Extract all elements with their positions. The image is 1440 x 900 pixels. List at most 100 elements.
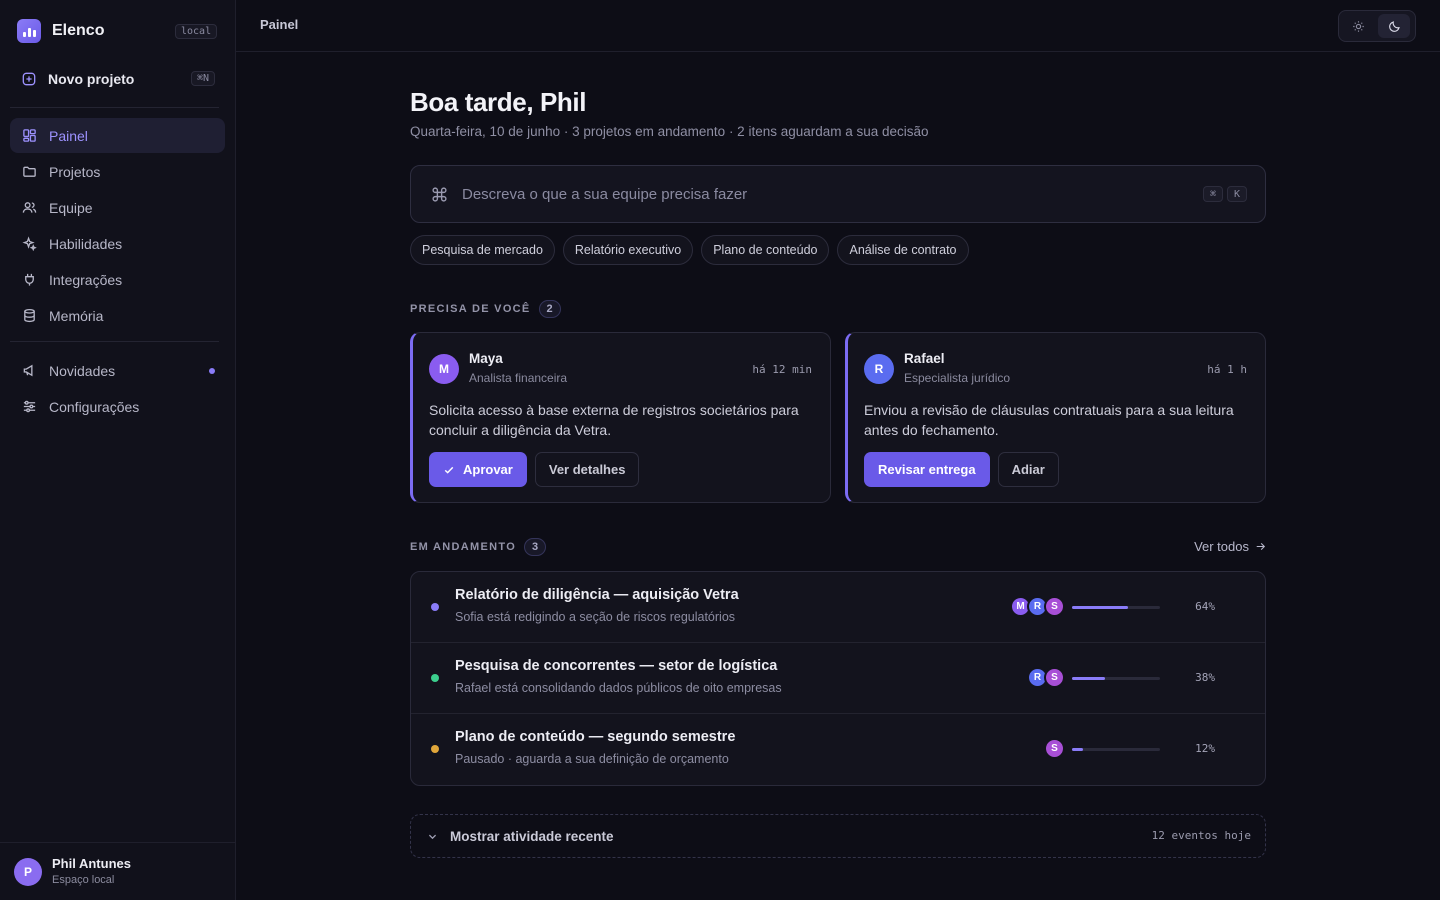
project-row[interactable]: Pesquisa de concorrentes — setor de logí… bbox=[411, 643, 1265, 714]
agent-name: Rafael bbox=[904, 351, 945, 366]
breadcrumb: Painel bbox=[260, 17, 299, 32]
suggestion-chip[interactable]: Plano de conteúdo bbox=[701, 235, 830, 265]
sidebar-item-label: Novidades bbox=[49, 362, 116, 379]
sidebar-divider bbox=[10, 341, 219, 342]
suggestion-chips: Pesquisa de mercado Relatório executivo … bbox=[410, 235, 969, 265]
sidebar-item-label: Configurações bbox=[49, 398, 140, 415]
project-title: Pesquisa de concorrentes — setor de logí… bbox=[455, 658, 778, 674]
timestamp: há 12 min bbox=[752, 363, 812, 376]
new-project-button[interactable]: Novo projeto ⌘N bbox=[10, 61, 225, 97]
sidebar-item-configuracoes[interactable]: Configurações bbox=[10, 389, 225, 424]
shortcut-key: ⌘ bbox=[1203, 186, 1223, 202]
details-button[interactable]: Ver detalhes bbox=[534, 452, 640, 487]
assignee-avatars: M R S bbox=[1010, 596, 1065, 617]
agent-name: Maya bbox=[469, 351, 503, 366]
project-list: Relatório de diligência — aquisição Vetr… bbox=[410, 571, 1266, 786]
section-title: EM ANDAMENTO bbox=[410, 541, 517, 553]
avatar: S bbox=[1044, 738, 1065, 759]
progress-percent: 38% bbox=[1195, 671, 1215, 684]
show-recent-activity-button[interactable]: Mostrar atividade recente 12 eventos hoj… bbox=[410, 814, 1266, 858]
command-icon bbox=[432, 186, 447, 202]
database-icon bbox=[24, 308, 35, 323]
arrow-right-icon bbox=[1256, 543, 1266, 550]
light-theme-button[interactable] bbox=[1342, 14, 1374, 38]
sidebar-divider bbox=[10, 107, 219, 108]
progress-fill bbox=[1072, 748, 1083, 751]
project-title: Plano de conteúdo — segundo semestre bbox=[455, 729, 736, 745]
review-delivery-button[interactable]: Revisar entrega bbox=[864, 452, 990, 487]
sidebar-item-label: Projetos bbox=[49, 163, 101, 180]
progress-fill bbox=[1072, 677, 1106, 680]
status-dot bbox=[431, 674, 439, 682]
topbar: Painel bbox=[236, 0, 1440, 52]
avatar: M bbox=[429, 354, 459, 384]
request-message: Solicita acesso à base externa de regist… bbox=[429, 402, 799, 438]
sidebar: Elenco local Novo projeto ⌘N Painel Proj… bbox=[0, 0, 236, 900]
avatar: R bbox=[864, 354, 894, 384]
app-name: Elenco bbox=[52, 22, 105, 39]
event-count: 12 eventos hoje bbox=[1151, 829, 1251, 842]
project-row[interactable]: Relatório de diligência — aquisição Vetr… bbox=[411, 572, 1265, 643]
avatar: P bbox=[14, 858, 42, 886]
new-project-shortcut: ⌘N bbox=[190, 71, 215, 86]
suggestion-chip[interactable]: Relatório executivo bbox=[562, 235, 694, 265]
sidebar-item-label: Equipe bbox=[49, 199, 93, 216]
avatar: S bbox=[1044, 667, 1065, 688]
progress-bar bbox=[1072, 748, 1160, 751]
sidebar-item-label: Habilidades bbox=[49, 235, 123, 252]
review-card: R Rafael Especialista jurídico há 1 h En… bbox=[845, 332, 1266, 503]
task-prompt-input[interactable] bbox=[462, 185, 1162, 203]
sun-icon bbox=[1352, 20, 1364, 32]
progress-bar bbox=[1072, 677, 1160, 680]
folder-icon bbox=[23, 166, 36, 177]
timestamp: há 1 h bbox=[1207, 363, 1247, 376]
brand[interactable]: Elenco bbox=[17, 19, 104, 43]
sidebar-item-memoria[interactable]: Memória bbox=[10, 298, 225, 333]
sidebar-item-novidades[interactable]: Novidades bbox=[10, 353, 225, 388]
page-subtitle: Quarta-feira, 10 de junho · 3 projetos e… bbox=[410, 124, 929, 139]
in-progress-heading: EM ANDAMENTO 3 bbox=[410, 538, 547, 556]
sidebar-item-equipe[interactable]: Equipe bbox=[10, 190, 225, 225]
assignee-avatars: R S bbox=[1027, 667, 1065, 688]
sparkles-icon bbox=[22, 236, 37, 251]
unread-dot bbox=[209, 368, 215, 374]
sidebar-item-projetos[interactable]: Projetos bbox=[10, 154, 225, 189]
project-title: Relatório de diligência — aquisição Vetr… bbox=[455, 587, 739, 603]
status-dot bbox=[431, 603, 439, 611]
sidebar-item-habilidades[interactable]: Habilidades bbox=[10, 226, 225, 261]
progress-bar bbox=[1072, 606, 1160, 609]
sidebar-item-integracoes[interactable]: Integrações bbox=[10, 262, 225, 297]
project-status: Pausado · aguarda a sua definição de orç… bbox=[455, 752, 729, 766]
request-message: Enviou a revisão de cláusulas contratuai… bbox=[864, 402, 1234, 438]
see-all-label: Ver todos bbox=[1194, 539, 1249, 554]
approve-button[interactable]: Aprovar bbox=[429, 452, 527, 487]
project-status: Sofia está redigindo a seção de riscos r… bbox=[455, 610, 736, 624]
project-row[interactable]: Plano de conteúdo — segundo semestre Pau… bbox=[411, 714, 1265, 785]
users-icon bbox=[22, 202, 37, 213]
progress-percent: 12% bbox=[1195, 742, 1215, 755]
suggestion-chip[interactable]: Análise de contrato bbox=[837, 235, 969, 265]
moon-icon bbox=[1388, 20, 1400, 32]
new-project-label: Novo projeto bbox=[48, 71, 135, 87]
postpone-button[interactable]: Adiar bbox=[997, 452, 1059, 487]
avatar: S bbox=[1044, 596, 1065, 617]
sliders-icon bbox=[23, 400, 36, 413]
page-title: Boa tarde, Phil bbox=[410, 87, 587, 117]
task-prompt: ⌘ K bbox=[410, 165, 1266, 223]
suggestion-chip[interactable]: Pesquisa de mercado bbox=[410, 235, 555, 265]
count-badge: 3 bbox=[524, 538, 547, 556]
sidebar-item-label: Painel bbox=[49, 127, 88, 144]
sidebar-item-painel[interactable]: Painel bbox=[10, 118, 225, 153]
agent-role: Analista financeira bbox=[469, 371, 568, 385]
megaphone-icon bbox=[23, 364, 33, 377]
plug-icon bbox=[25, 273, 34, 286]
dark-theme-button[interactable] bbox=[1378, 14, 1410, 38]
needs-you-heading: PRECISA DE VOCÊ 2 bbox=[410, 300, 561, 318]
check-icon bbox=[444, 466, 454, 474]
user-menu[interactable]: P Phil Antunes Espaço local bbox=[0, 842, 235, 900]
user-name: Phil Antunes bbox=[52, 856, 131, 871]
status-dot bbox=[431, 745, 439, 753]
see-all-link[interactable]: Ver todos bbox=[1194, 539, 1266, 554]
elenco-logo-icon bbox=[17, 19, 41, 43]
agent-role: Especialista jurídico bbox=[904, 371, 1011, 385]
